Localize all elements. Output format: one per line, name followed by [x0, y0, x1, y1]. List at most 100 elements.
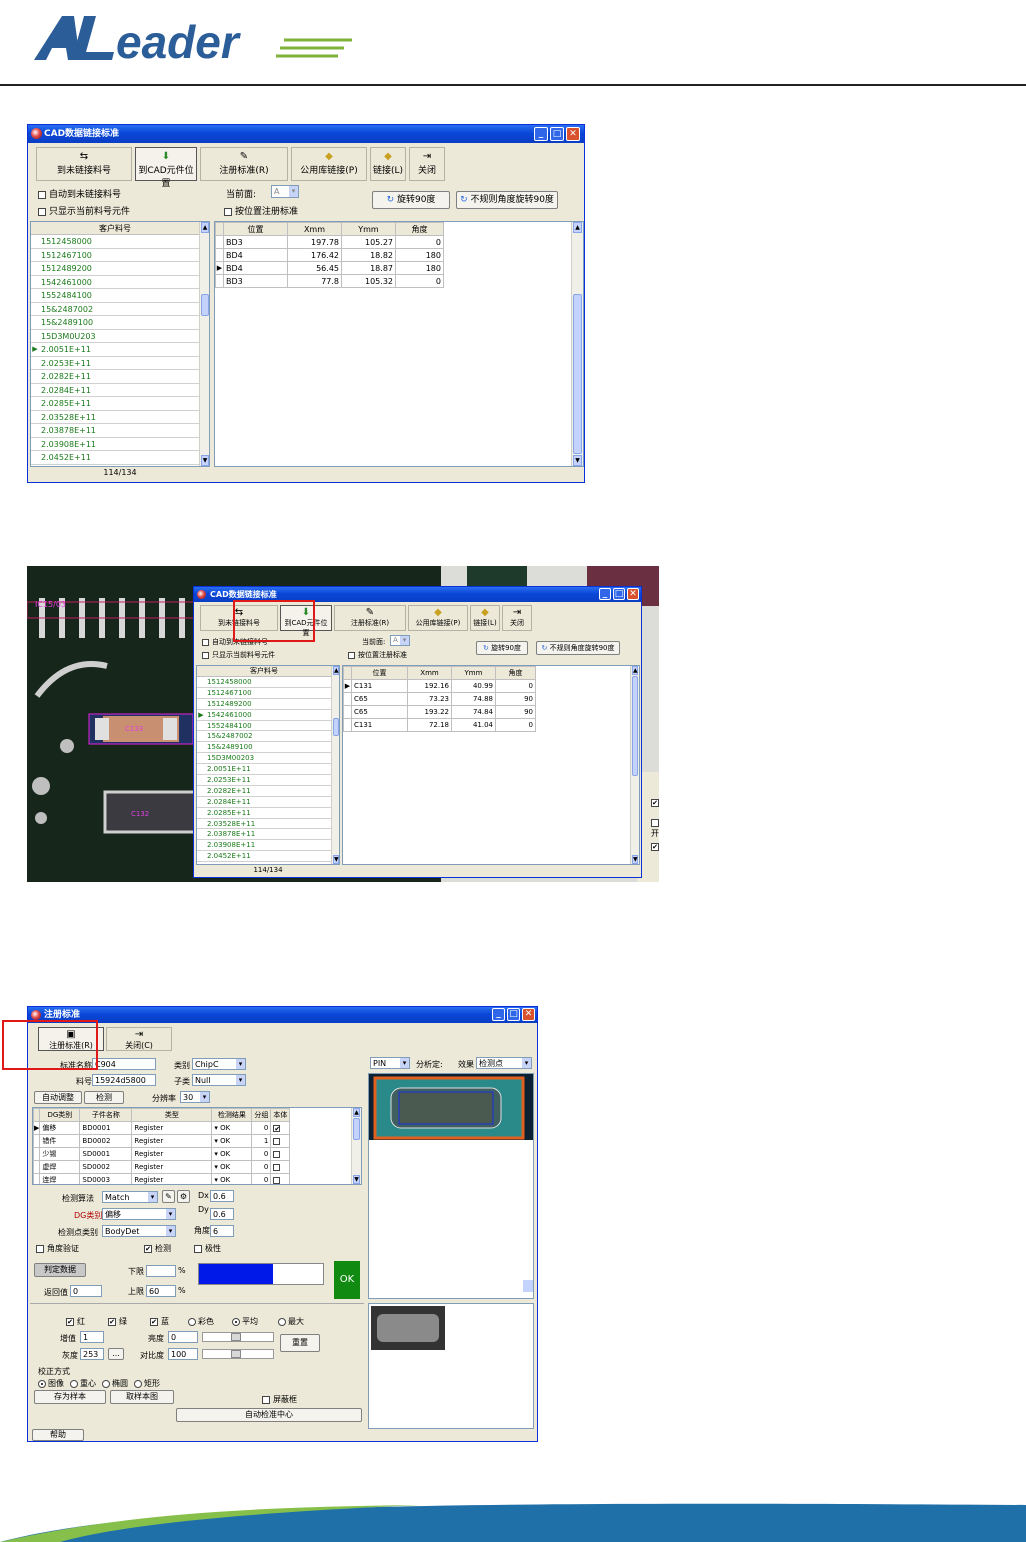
- goto-cad-position-button[interactable]: ⬇ 到CAD元件位置: [135, 147, 197, 189]
- part-number-list[interactable]: 客户料号 1512458000 1512467100 1512489200 15424…: [30, 221, 210, 467]
- checkbox-box[interactable]: [273, 1176, 281, 1184]
- scroll-thumb[interactable]: [632, 676, 638, 776]
- close-button[interactable]: ⇥ 关闭: [502, 605, 532, 631]
- list-item[interactable]: 1512458000: [197, 677, 331, 688]
- window-titlebar[interactable]: 注册标准 _ □ ✕: [28, 1007, 537, 1023]
- mask-checkbox[interactable]: 屏蔽框: [262, 1394, 297, 1405]
- table-cell[interactable]: 0: [395, 235, 444, 249]
- checkbox-box[interactable]: [273, 1137, 281, 1145]
- table-cell[interactable]: ▾ OK: [211, 1134, 253, 1148]
- take-image-button[interactable]: 取样本图: [110, 1390, 174, 1404]
- gray-input[interactable]: 253: [80, 1348, 104, 1360]
- table-cell[interactable]: BD4: [223, 248, 288, 262]
- bright-input[interactable]: 0: [168, 1331, 198, 1343]
- green-checkbox[interactable]: ✔ 绿: [108, 1316, 127, 1327]
- detect-checkbox[interactable]: ✔ 检测: [144, 1243, 171, 1254]
- part-input[interactable]: 15924d5800: [92, 1074, 156, 1086]
- gain-input[interactable]: 1: [80, 1331, 104, 1343]
- column-header[interactable]: 位置: [351, 666, 408, 680]
- slider-thumb[interactable]: [231, 1333, 241, 1341]
- column-header[interactable]: Ymm: [451, 666, 496, 680]
- settings-button[interactable]: ⚙: [177, 1190, 190, 1203]
- resolution-select[interactable]: 30: [180, 1091, 210, 1103]
- table-cell[interactable]: 连焊: [39, 1173, 81, 1184]
- table-cell[interactable]: 72.18: [407, 718, 452, 732]
- grid-scrollbar[interactable]: ▲ ▼: [630, 666, 639, 864]
- list-item[interactable]: 15D3M00203: [197, 753, 331, 765]
- table-cell[interactable]: 41.04: [451, 718, 496, 732]
- side-checkbox-3[interactable]: ✔: [651, 842, 659, 851]
- table-cell[interactable]: [270, 1173, 291, 1184]
- scroll-down-arrow[interactable]: ▼: [632, 855, 638, 864]
- list-item[interactable]: 2.0253E+11: [197, 775, 331, 786]
- table-cell[interactable]: 0: [251, 1173, 272, 1184]
- register-standard-button[interactable]: ✎ 注册标准(R): [334, 605, 406, 631]
- table-cell[interactable]: 74.88: [451, 692, 496, 706]
- grid-scrollbar[interactable]: ▲ ▼: [571, 222, 583, 466]
- list-scrollbar[interactable]: ▲ ▼: [199, 222, 209, 466]
- table-cell[interactable]: [270, 1147, 291, 1161]
- calib-center-radio[interactable]: 重心: [70, 1378, 96, 1389]
- table-cell[interactable]: ▾ OK: [211, 1160, 253, 1174]
- slider-thumb[interactable]: [231, 1350, 241, 1358]
- blue-checkbox[interactable]: ✔ 蓝: [150, 1316, 169, 1327]
- scroll-up-arrow[interactable]: ▲: [333, 666, 339, 675]
- table-cell[interactable]: 90: [495, 705, 536, 719]
- table-cell[interactable]: Register: [131, 1173, 213, 1184]
- table-cell[interactable]: BD3: [223, 235, 288, 249]
- table-cell[interactable]: 77.8: [287, 274, 342, 288]
- pin-select[interactable]: PIN: [370, 1057, 410, 1069]
- list-item[interactable]: 15&2489100: [197, 742, 331, 754]
- table-cell[interactable]: 0: [251, 1160, 272, 1174]
- scroll-down-arrow[interactable]: ▼: [353, 1175, 360, 1184]
- list-item[interactable]: ▶ 2.0051E+11: [31, 343, 199, 357]
- goto-unlinked-button[interactable]: ⇆ 到未链接料号: [36, 147, 132, 181]
- table-cell[interactable]: [270, 1134, 291, 1148]
- list-item[interactable]: 15&2487002: [31, 303, 199, 316]
- list-item[interactable]: 2.0051E+11: [197, 764, 331, 776]
- scroll-thumb[interactable]: [353, 1118, 360, 1140]
- table-cell[interactable]: 105.27: [341, 235, 396, 249]
- subcat-select[interactable]: Null: [192, 1074, 246, 1086]
- gray-more-button[interactable]: ...: [108, 1348, 124, 1360]
- effect-select[interactable]: 检测点: [476, 1057, 532, 1069]
- table-row[interactable]: BD3 197.78 105.27 0: [215, 235, 444, 249]
- list-item[interactable]: 1552484100: [197, 721, 331, 732]
- red-checkbox[interactable]: ✔ 红: [66, 1316, 85, 1327]
- scroll-up-arrow[interactable]: ▲: [573, 222, 582, 233]
- dg-select[interactable]: 偏移: [102, 1208, 176, 1220]
- table-cell[interactable]: 90: [495, 692, 536, 706]
- table-cell[interactable]: 180: [395, 261, 444, 275]
- column-header[interactable]: 角度: [495, 666, 536, 680]
- polarity-checkbox[interactable]: 极性: [194, 1243, 221, 1254]
- list-item[interactable]: 1512467100: [31, 249, 199, 262]
- std-name-input[interactable]: C904: [92, 1058, 156, 1070]
- register-by-position-checkbox[interactable]: 按位置注册标准: [348, 650, 407, 660]
- maximize-button[interactable]: □: [613, 588, 625, 600]
- table-cell[interactable]: ▾ OK: [211, 1121, 253, 1135]
- help-button[interactable]: 帮助: [32, 1429, 84, 1441]
- subpart-grid[interactable]: DG类别 子件名称 类型 检测结果 分组 本体 ▶ 偏移 BD0001 Register ▾ OK 0…: [32, 1107, 362, 1185]
- list-item[interactable]: 2.03878E+11: [197, 829, 331, 841]
- average-radio[interactable]: 平均: [232, 1316, 258, 1327]
- scroll-down-arrow[interactable]: ▼: [573, 455, 582, 466]
- auto-adjust-tab[interactable]: 自动调整: [34, 1091, 82, 1104]
- minimize-button[interactable]: _: [534, 127, 548, 141]
- table-row[interactable]: 虚焊 SD0002 Register ▾ OK 0: [33, 1160, 291, 1174]
- column-header[interactable]: 本体: [270, 1108, 291, 1122]
- table-cell[interactable]: 74.84: [451, 705, 496, 719]
- table-cell[interactable]: SD0001: [79, 1147, 133, 1161]
- checkbox-box[interactable]: ✔: [273, 1124, 281, 1132]
- scroll-down-arrow[interactable]: ▼: [201, 455, 209, 466]
- lower-input[interactable]: [146, 1265, 176, 1277]
- calib-rect-radio[interactable]: 矩形: [134, 1378, 160, 1389]
- column-header[interactable]: 检测结果: [211, 1108, 253, 1122]
- table-cell[interactable]: ✔: [270, 1121, 291, 1135]
- table-cell[interactable]: 197.78: [287, 235, 342, 249]
- table-cell[interactable]: 18.87: [341, 261, 396, 275]
- scroll-up-arrow[interactable]: ▲: [353, 1108, 360, 1117]
- list-item[interactable]: 1542461000: [31, 276, 199, 289]
- list-item[interactable]: 1512489200: [31, 262, 199, 276]
- table-cell[interactable]: 176.42: [287, 248, 342, 262]
- table-cell[interactable]: 少锡: [39, 1147, 81, 1161]
